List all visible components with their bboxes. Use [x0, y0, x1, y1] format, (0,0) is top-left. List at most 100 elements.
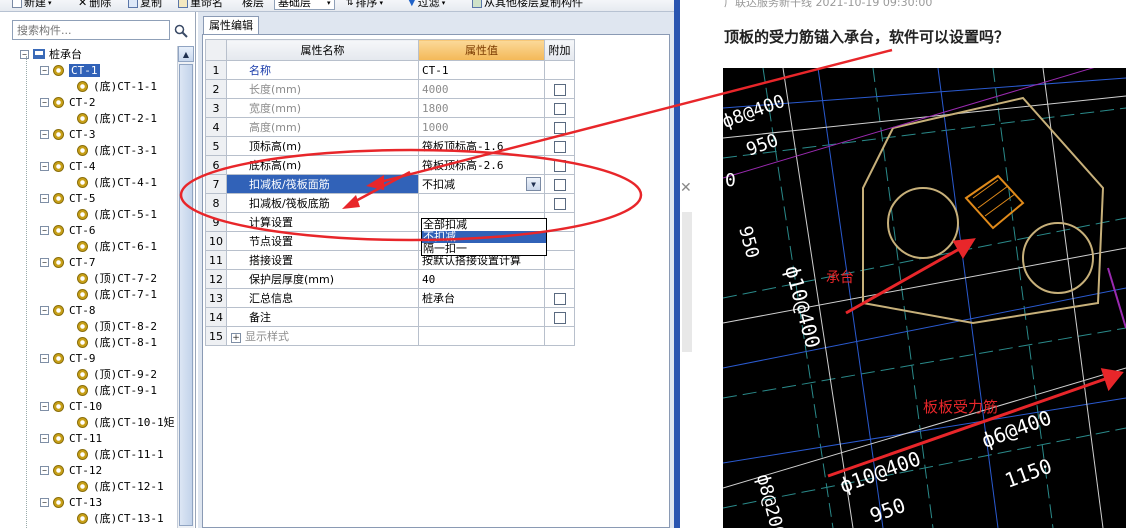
tree-node[interactable]: − CT-11 — [40, 430, 102, 446]
tree-child-node[interactable]: (底)CT-4-1 — [77, 174, 157, 190]
property-row[interactable]: 14 备注 — [205, 307, 575, 327]
expand-icon[interactable]: + — [231, 333, 241, 343]
dropdown-option[interactable]: 隔一扣一 — [422, 243, 546, 255]
value-cell[interactable]: 筏板顶标高-1.6 — [418, 136, 545, 156]
property-row[interactable]: 2 长度(mm) 4000 — [205, 79, 575, 99]
deduct-dropdown-list[interactable]: 全部扣减 不扣减 隔一扣一 — [421, 218, 547, 256]
property-row[interactable]: 7 扣减板/筏板面筋 不扣减 ▼ — [205, 174, 575, 194]
collapse-icon[interactable]: − — [40, 433, 49, 443]
extra-cell[interactable] — [544, 79, 575, 99]
value-cell[interactable] — [418, 326, 545, 346]
tree-child-node[interactable]: (底)CT-9-1 — [77, 382, 157, 398]
property-row[interactable]: 5 顶标高(m) 筏板顶标高-1.6 — [205, 136, 575, 156]
extra-cell[interactable] — [544, 307, 575, 327]
value-cell[interactable]: 桩承台 — [418, 288, 545, 308]
tree-node[interactable]: − CT-3 — [40, 126, 96, 142]
collapse-icon[interactable]: − — [20, 49, 29, 59]
search-icon[interactable] — [172, 22, 190, 40]
checkbox[interactable] — [553, 311, 566, 324]
value-cell[interactable]: 1800 — [418, 98, 545, 118]
checkbox[interactable] — [553, 292, 566, 305]
extra-cell[interactable] — [544, 174, 575, 194]
delete-button[interactable]: ✕ 删除 — [78, 0, 111, 10]
tree-scrollbar[interactable]: ▲ — [177, 46, 194, 528]
tree-child-node[interactable]: (底)CT-10-1矩 — [77, 414, 175, 430]
property-row[interactable]: 4 高度(mm) 1000 — [205, 117, 575, 137]
extra-cell[interactable] — [544, 288, 575, 308]
collapse-icon[interactable]: − — [40, 97, 49, 107]
value-cell[interactable]: 不扣减 ▼ — [418, 174, 545, 194]
collapse-icon[interactable]: − — [40, 65, 49, 75]
property-row[interactable]: 3 宽度(mm) 1800 — [205, 98, 575, 118]
checkbox[interactable] — [553, 83, 566, 96]
tree-node[interactable]: − CT-5 — [40, 190, 96, 206]
extra-cell[interactable] — [544, 117, 575, 137]
tree-node[interactable]: − CT-7 — [40, 254, 96, 270]
value-cell[interactable]: 40 — [418, 269, 545, 289]
extra-cell[interactable] — [544, 98, 575, 118]
checkbox[interactable] — [553, 197, 566, 210]
checkbox[interactable] — [553, 159, 566, 172]
checkbox[interactable] — [553, 140, 566, 153]
tree-child-node[interactable]: (顶)CT-9-2 — [77, 366, 157, 382]
extra-column-header[interactable]: 附加 — [544, 39, 575, 61]
copy-from-floor-button[interactable]: 从其他楼层复制构件 — [472, 0, 583, 10]
tab-property-edit[interactable]: 属性编辑 — [203, 16, 259, 34]
checkbox[interactable] — [553, 178, 566, 191]
tree-child-node[interactable]: (底)CT-13-1 — [77, 510, 164, 526]
value-cell[interactable]: 1000 — [418, 117, 545, 137]
floor-select[interactable]: 基础层 ▾ — [274, 0, 335, 10]
tree-node[interactable]: − CT-8 — [40, 302, 96, 318]
property-row[interactable]: 6 底标高(m) 筏板顶标高-2.6 — [205, 155, 575, 175]
value-cell[interactable] — [418, 193, 545, 213]
new-button[interactable]: 新建 ▾ — [12, 0, 52, 10]
collapse-icon[interactable]: − — [40, 497, 49, 507]
property-row[interactable]: 13 汇总信息 桩承台 — [205, 288, 575, 308]
tree-child-node[interactable]: (底)CT-5-1 — [77, 206, 157, 222]
value-cell[interactable]: 筏板顶标高-2.6 — [418, 155, 545, 175]
value-column-header[interactable]: 属性值 — [418, 39, 545, 61]
tree-child-node[interactable]: (底)CT-11-1 — [77, 446, 164, 462]
tree-child-node[interactable]: (底)CT-6-1 — [77, 238, 157, 254]
checkbox[interactable] — [553, 102, 566, 115]
rename-button[interactable]: 重命名 — [178, 0, 223, 10]
tree-root[interactable]: − 桩承台 — [20, 46, 82, 62]
collapse-icon[interactable]: − — [40, 225, 49, 235]
tree-child-node[interactable]: (底)CT-8-1 — [77, 334, 157, 350]
sort-button[interactable]: ⇅ 排序 ▾ — [346, 0, 383, 10]
collapse-icon[interactable]: − — [40, 465, 49, 475]
collapse-icon[interactable]: − — [40, 161, 49, 171]
tree-node[interactable]: − CT-4 — [40, 158, 96, 174]
tree-child-node[interactable]: (底)CT-1-1 — [77, 78, 157, 94]
tree-child-node[interactable]: (底)CT-2-1 — [77, 110, 157, 126]
collapse-icon[interactable]: − — [40, 257, 49, 267]
tree-node[interactable]: − CT-13 — [40, 494, 102, 510]
name-column-header[interactable]: 属性名称 — [226, 39, 419, 61]
collapse-icon[interactable]: − — [40, 305, 49, 315]
extra-cell[interactable] — [544, 193, 575, 213]
property-row[interactable]: 1 名称 CT-1 — [205, 60, 575, 80]
copy-button[interactable]: 复制 — [128, 0, 162, 10]
tree-child-node[interactable]: (底)CT-3-1 — [77, 142, 157, 158]
collapse-icon[interactable]: − — [40, 129, 49, 139]
scroll-up-icon[interactable]: ▲ — [178, 46, 194, 62]
tree-node[interactable]: − CT-6 — [40, 222, 96, 238]
tree-child-node[interactable]: (底)CT-7-1 — [77, 286, 157, 302]
property-row[interactable]: 8 扣减板/筏板底筋 — [205, 193, 575, 213]
property-row[interactable]: 12 保护层厚度(mm) 40 — [205, 269, 575, 289]
tree-child-node[interactable]: (底)CT-12-1 — [77, 478, 164, 494]
tree-node[interactable]: − CT-1 — [40, 62, 100, 78]
value-cell[interactable]: CT-1 — [418, 60, 545, 80]
tree-node[interactable]: − CT-9 — [40, 350, 96, 366]
value-cell[interactable]: 4000 — [418, 79, 545, 99]
search-input[interactable] — [12, 20, 170, 40]
deduct-combo[interactable]: 不扣减 ▼ — [422, 176, 541, 192]
tree-node[interactable]: − CT-10 — [40, 398, 102, 414]
extra-cell[interactable] — [544, 136, 575, 156]
property-row[interactable]: 15 + 显示样式 — [205, 326, 575, 346]
collapse-icon[interactable]: − — [40, 401, 49, 411]
scrollbar-thumb[interactable] — [179, 64, 193, 526]
collapse-icon[interactable]: − — [40, 353, 49, 363]
tree-node[interactable]: − CT-2 — [40, 94, 96, 110]
collapse-icon[interactable]: − — [40, 193, 49, 203]
